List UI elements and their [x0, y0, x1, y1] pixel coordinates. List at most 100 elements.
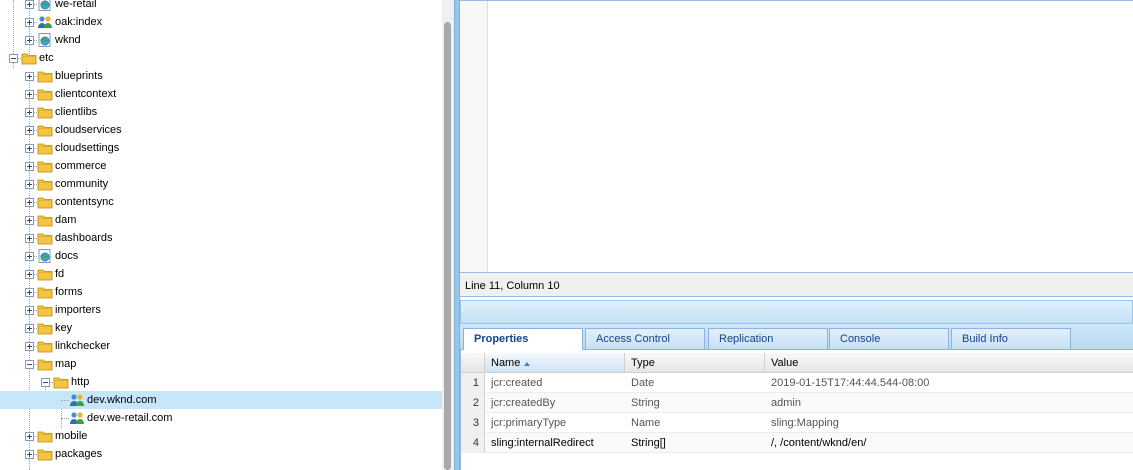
users-node-icon — [69, 410, 85, 426]
folder-icon — [37, 212, 53, 228]
collapse-icon[interactable] — [9, 54, 18, 63]
column-header-label: Name — [491, 357, 521, 369]
tree-node[interactable]: dam — [0, 211, 442, 229]
expand-icon[interactable] — [25, 432, 34, 441]
expand-icon[interactable] — [25, 234, 34, 243]
property-row[interactable]: 3 jcr:primaryType Name sling:Mapping — [461, 413, 1133, 433]
column-header-type[interactable]: Type — [625, 353, 765, 373]
tab-label: Replication — [719, 333, 774, 345]
tree-node-label: we-retail — [55, 0, 97, 10]
page-globe-icon — [37, 248, 53, 264]
tree-node[interactable]: oak:index — [0, 13, 442, 31]
tree-scrollbar[interactable] — [442, 0, 454, 470]
scrollbar-thumb[interactable] — [444, 22, 451, 470]
tree-node[interactable]: clientcontext — [0, 85, 442, 103]
expand-icon[interactable] — [25, 18, 34, 27]
page-globe-icon — [37, 32, 53, 48]
folder-icon — [37, 194, 53, 210]
expand-icon[interactable] — [25, 126, 34, 135]
tree-node[interactable]: forms — [0, 283, 442, 301]
folder-icon — [37, 428, 53, 444]
tree-node-label: oak:index — [55, 16, 103, 28]
code-editor[interactable] — [460, 0, 1133, 272]
tree-node[interactable]: etc — [0, 49, 442, 67]
tab-console[interactable]: Console — [829, 328, 949, 349]
tree-node[interactable]: we-retail — [0, 0, 442, 13]
expand-icon[interactable] — [25, 216, 34, 225]
tree-node[interactable]: key — [0, 319, 442, 337]
tree-node[interactable]: dev.we-retail.com — [0, 409, 442, 427]
property-type: Date — [631, 377, 655, 389]
property-row[interactable]: 1 jcr:created Date 2019-01-15T17:44:44.544-… — [461, 373, 1133, 393]
tree-node[interactable]: packages — [0, 445, 442, 463]
folder-icon — [53, 374, 69, 390]
tree-node[interactable]: docs — [0, 247, 442, 265]
expand-icon[interactable] — [25, 162, 34, 171]
tree-node-label: etc — [39, 52, 54, 64]
expand-icon[interactable] — [25, 270, 34, 279]
editor-statusbar: Line 11, Column 10 — [460, 272, 1133, 297]
tree-node[interactable]: dashboards — [0, 229, 442, 247]
expand-icon[interactable] — [25, 198, 34, 207]
tree-node[interactable]: contentsync — [0, 193, 442, 211]
tab-label: Console — [840, 333, 881, 345]
tree-node[interactable]: clientlibs — [0, 103, 442, 121]
tree-node[interactable]: mobile — [0, 427, 442, 445]
tree-node-label: dashboards — [55, 232, 113, 244]
tree-node-label: dev.we-retail.com — [87, 412, 173, 424]
expand-icon[interactable] — [25, 252, 34, 261]
tab-replication[interactable]: Replication — [708, 328, 828, 349]
expand-icon[interactable] — [25, 90, 34, 99]
tree-connector — [61, 400, 69, 401]
collapse-icon[interactable] — [25, 360, 34, 369]
property-name: jcr:created — [491, 377, 543, 389]
tab-label: Properties — [474, 333, 529, 345]
tree-node-label: dev.wknd.com — [87, 394, 157, 406]
tab-access-control[interactable]: Access Control — [585, 328, 705, 349]
tree-node[interactable]: map — [0, 355, 442, 373]
tree-node[interactable]: linkchecker — [0, 337, 442, 355]
bottom-panel-header — [460, 300, 1133, 324]
folder-icon — [37, 68, 53, 84]
expand-icon[interactable] — [25, 36, 34, 45]
property-row[interactable]: 2 jcr:createdBy String admin — [461, 393, 1133, 413]
tree-node[interactable]: cloudsettings — [0, 139, 442, 157]
expand-icon[interactable] — [25, 288, 34, 297]
expand-icon[interactable] — [25, 450, 34, 459]
expand-icon[interactable] — [25, 144, 34, 153]
row-number: 1 — [461, 373, 485, 393]
repository-tree[interactable]: we-retail oak:index wknd etc blueprints clien… — [0, 0, 442, 470]
tree-node[interactable]: cloudservices — [0, 121, 442, 139]
folder-icon — [37, 140, 53, 156]
expand-icon[interactable] — [25, 180, 34, 189]
collapse-icon[interactable] — [41, 378, 50, 387]
users-node-icon — [69, 392, 85, 408]
tree-node-label: commerce — [55, 160, 107, 172]
tree-node-label: community — [55, 178, 109, 190]
tree-node[interactable]: commerce — [0, 157, 442, 175]
column-header-name[interactable]: Name — [485, 353, 625, 373]
property-type: String — [631, 397, 660, 409]
row-number-label: 1 — [472, 377, 479, 389]
tab-build-info[interactable]: Build Info — [951, 328, 1071, 349]
page-globe-icon — [37, 0, 53, 12]
tree-node[interactable]: importers — [0, 301, 442, 319]
tree-node[interactable]: dev.wknd.com — [0, 391, 442, 409]
tree-node[interactable]: community — [0, 175, 442, 193]
expand-icon[interactable] — [25, 306, 34, 315]
tab-properties[interactable]: Properties — [463, 328, 583, 350]
property-row[interactable]: 4 sling:internalRedirect String[] /, /conte… — [461, 433, 1133, 453]
tree-node-label: cloudsettings — [55, 142, 120, 154]
folder-icon — [37, 446, 53, 462]
tree-node[interactable]: http — [0, 373, 442, 391]
expand-icon[interactable] — [25, 342, 34, 351]
expand-icon[interactable] — [25, 324, 34, 333]
folder-icon — [37, 284, 53, 300]
expand-icon[interactable] — [25, 72, 34, 81]
tree-node[interactable]: fd — [0, 265, 442, 283]
column-header-value[interactable]: Value — [765, 353, 1133, 373]
tree-node[interactable]: blueprints — [0, 67, 442, 85]
tree-node[interactable]: wknd — [0, 31, 442, 49]
expand-icon[interactable] — [25, 108, 34, 117]
expand-icon[interactable] — [25, 0, 34, 9]
